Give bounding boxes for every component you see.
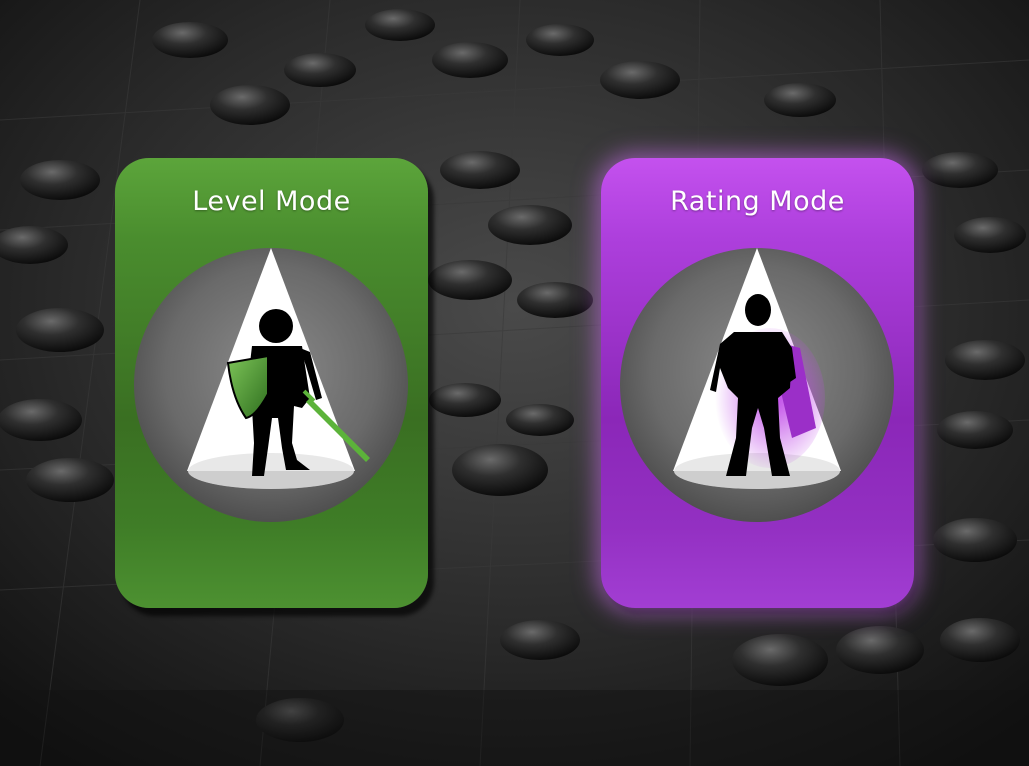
superhero-with-cape-icon: [620, 248, 894, 522]
level-mode-title: Level Mode: [192, 186, 351, 217]
knight-with-shield-and-sword-icon: [134, 248, 408, 522]
rating-mode-title: Rating Mode: [670, 186, 845, 217]
rating-mode-card[interactable]: Rating Mode: [601, 158, 914, 608]
level-mode-card[interactable]: Level Mode: [115, 158, 428, 608]
